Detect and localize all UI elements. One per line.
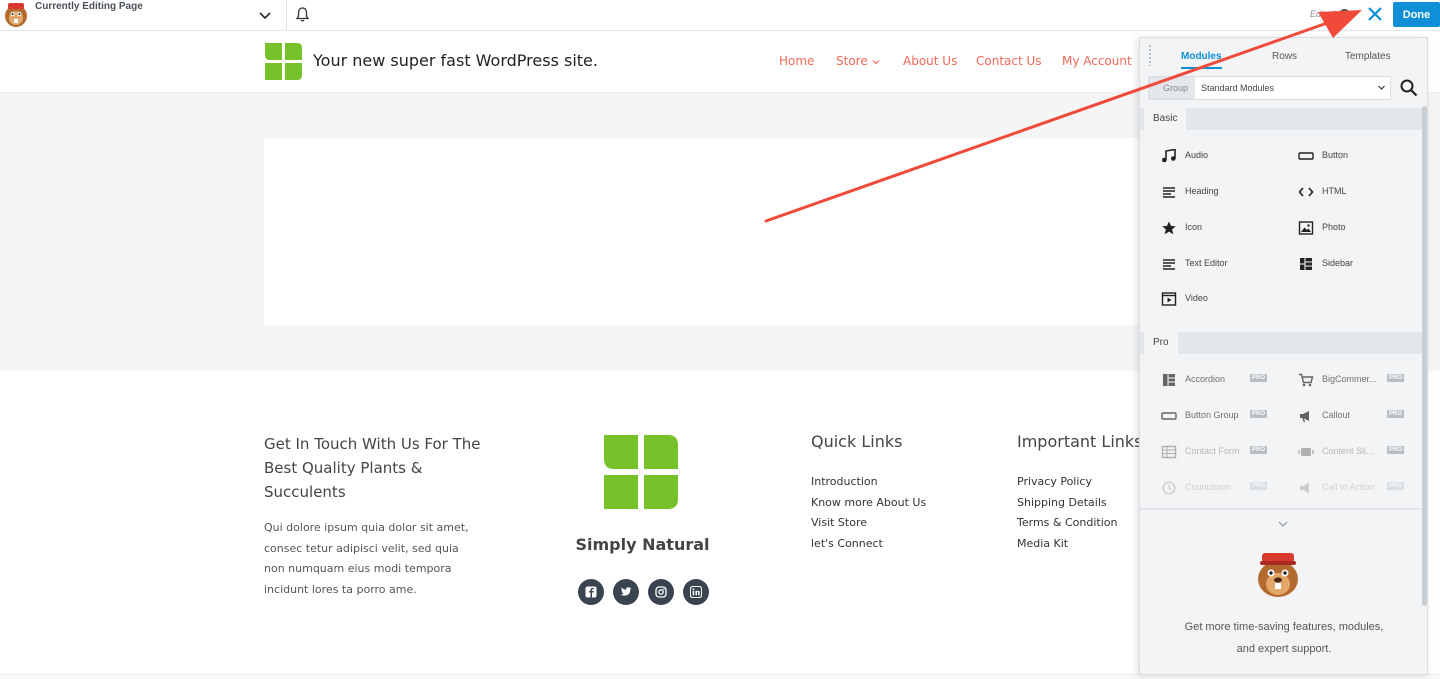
chevron-down-icon[interactable] (1277, 518, 1289, 530)
facebook-icon[interactable] (578, 579, 604, 605)
sidebar-icon (1300, 258, 1312, 270)
important-links-title: Important Links (1017, 432, 1143, 451)
tab-rows[interactable]: Rows (1272, 51, 1297, 62)
quick-link-introduction[interactable]: Introduction (811, 475, 878, 488)
site-title[interactable]: Your new super fast WordPress site. (313, 51, 598, 70)
site-logo-icon[interactable] (265, 43, 302, 80)
nav-item-home[interactable]: Home (779, 54, 814, 68)
module-photo-label: Photo (1322, 222, 1346, 232)
megaphone-icon (1300, 483, 1309, 493)
nav-item-my-account[interactable]: My Account (1062, 54, 1132, 68)
important-link-shipping[interactable]: Shipping Details (1017, 496, 1107, 509)
footer-brand-name: Simply Natural (575, 535, 710, 554)
chevron-down-icon[interactable] (256, 6, 274, 24)
module-icon-label: Icon (1185, 222, 1203, 232)
module-sidebar-label: Sidebar (1322, 258, 1354, 268)
edited-status: Edited (1310, 9, 1336, 19)
module-content-slider-label: Content Sli... (1322, 446, 1374, 456)
basic-section-header: Basic (1140, 108, 1422, 130)
help-icon[interactable]: ? (1339, 9, 1350, 20)
module-callout-label: Callout (1322, 410, 1351, 420)
important-link-media-kit[interactable]: Media Kit (1017, 537, 1068, 550)
basic-section-label: Basic (1144, 108, 1187, 130)
module-heading-label: Heading (1185, 186, 1219, 196)
panel-divider (1140, 508, 1422, 510)
video-icon (1161, 292, 1177, 306)
pro-badge: PRO (1387, 410, 1405, 418)
quick-link-visit-store[interactable]: Visit Store (811, 516, 867, 529)
important-link-terms[interactable]: Terms & Condition (1017, 516, 1117, 529)
pro-badge: PRO (1387, 446, 1405, 454)
beaver-mascot-icon (1258, 553, 1298, 597)
tab-modules[interactable]: Modules (1181, 51, 1222, 69)
empty-content-row[interactable] (264, 138, 1144, 325)
pro-badge: PRO (1250, 374, 1268, 382)
module-html-label: HTML (1322, 186, 1347, 196)
photo-icon (1298, 221, 1314, 235)
group-label: Group (1149, 77, 1195, 99)
instagram-icon[interactable] (648, 579, 674, 605)
search-icon[interactable] (1399, 78, 1419, 98)
module-countdown-label: Countdown (1185, 482, 1231, 492)
panel-scrollbar[interactable] (1422, 106, 1427, 606)
slider-icon (1298, 448, 1314, 456)
linkedin-icon[interactable] (683, 579, 709, 605)
footer-heading: Get In Touch With Us For The Best Qualit… (264, 435, 481, 501)
close-icon[interactable] (1364, 3, 1386, 25)
panel-drag-handle[interactable] (1148, 44, 1152, 66)
module-video-label: Video (1185, 293, 1208, 303)
chevron-down-icon (1378, 85, 1385, 90)
nav-item-about-us[interactable]: About Us (903, 54, 957, 68)
module-text-editor-label: Text Editor (1185, 258, 1228, 268)
pro-badge: PRO (1250, 482, 1268, 490)
beaver-logo-icon[interactable] (2, 1, 30, 28)
module-button-group-label: Button Group (1185, 410, 1239, 420)
text-editor-icon (1163, 259, 1175, 270)
accordion-icon (1163, 374, 1175, 386)
megaphone-icon (1300, 411, 1309, 423)
modules-panel: Modules Rows Templates Group Standard Mo… (1139, 37, 1428, 675)
module-audio-label: Audio (1185, 150, 1209, 160)
nav-item-contact-us[interactable]: Contact Us (976, 54, 1042, 68)
button-icon (1298, 152, 1314, 160)
button-group-icon (1161, 412, 1177, 420)
clock-icon (1162, 481, 1176, 495)
pro-badge: PRO (1250, 446, 1268, 454)
promo-text: Get more time-saving features, modules, … (1184, 621, 1384, 655)
module-button-label: Button (1322, 150, 1349, 160)
star-icon (1162, 221, 1176, 235)
quick-link-about[interactable]: Know more About Us (811, 496, 926, 509)
currently-editing-label: Currently Editing Page (35, 1, 143, 12)
table-icon (1161, 445, 1177, 459)
heading-icon (1163, 187, 1175, 198)
done-button[interactable]: Done (1393, 2, 1440, 27)
topbar-divider (286, 0, 287, 31)
footer-paragraph: Qui dolore ipsum quia dolor sit amet, co… (264, 521, 469, 596)
cart-icon (1299, 373, 1314, 387)
twitter-icon[interactable] (613, 579, 639, 605)
nav-item-store[interactable]: Store (836, 54, 868, 68)
quick-links-title: Quick Links (811, 432, 903, 451)
builder-top-bar: Currently Editing Page Edited ? Done (0, 0, 1440, 31)
music-note-icon (1162, 149, 1176, 163)
pro-section-label: Pro (1144, 332, 1178, 354)
code-icon (1298, 187, 1314, 197)
bell-icon[interactable] (294, 6, 311, 23)
module-accordion-label: Accordion (1185, 374, 1226, 384)
footer-logo-icon (604, 435, 678, 509)
pro-section-header: Pro (1140, 332, 1422, 354)
group-select-value: Standard Modules (1201, 83, 1275, 93)
module-call-to-action-label: Call to Action (1322, 482, 1375, 492)
quick-link-connect[interactable]: let's Connect (811, 537, 883, 550)
pro-badge: PRO (1250, 410, 1268, 418)
module-group-select[interactable]: Group Standard Modules (1148, 76, 1391, 100)
module-contact-form-label: Contact Form (1185, 446, 1240, 456)
pro-badge: PRO (1387, 374, 1405, 382)
module-bigcommerce-label: BigCommer... (1322, 374, 1377, 384)
pro-badge: PRO (1387, 482, 1405, 490)
tab-templates[interactable]: Templates (1345, 51, 1391, 62)
important-link-privacy[interactable]: Privacy Policy (1017, 475, 1092, 488)
store-chevron-icon[interactable] (872, 58, 880, 66)
